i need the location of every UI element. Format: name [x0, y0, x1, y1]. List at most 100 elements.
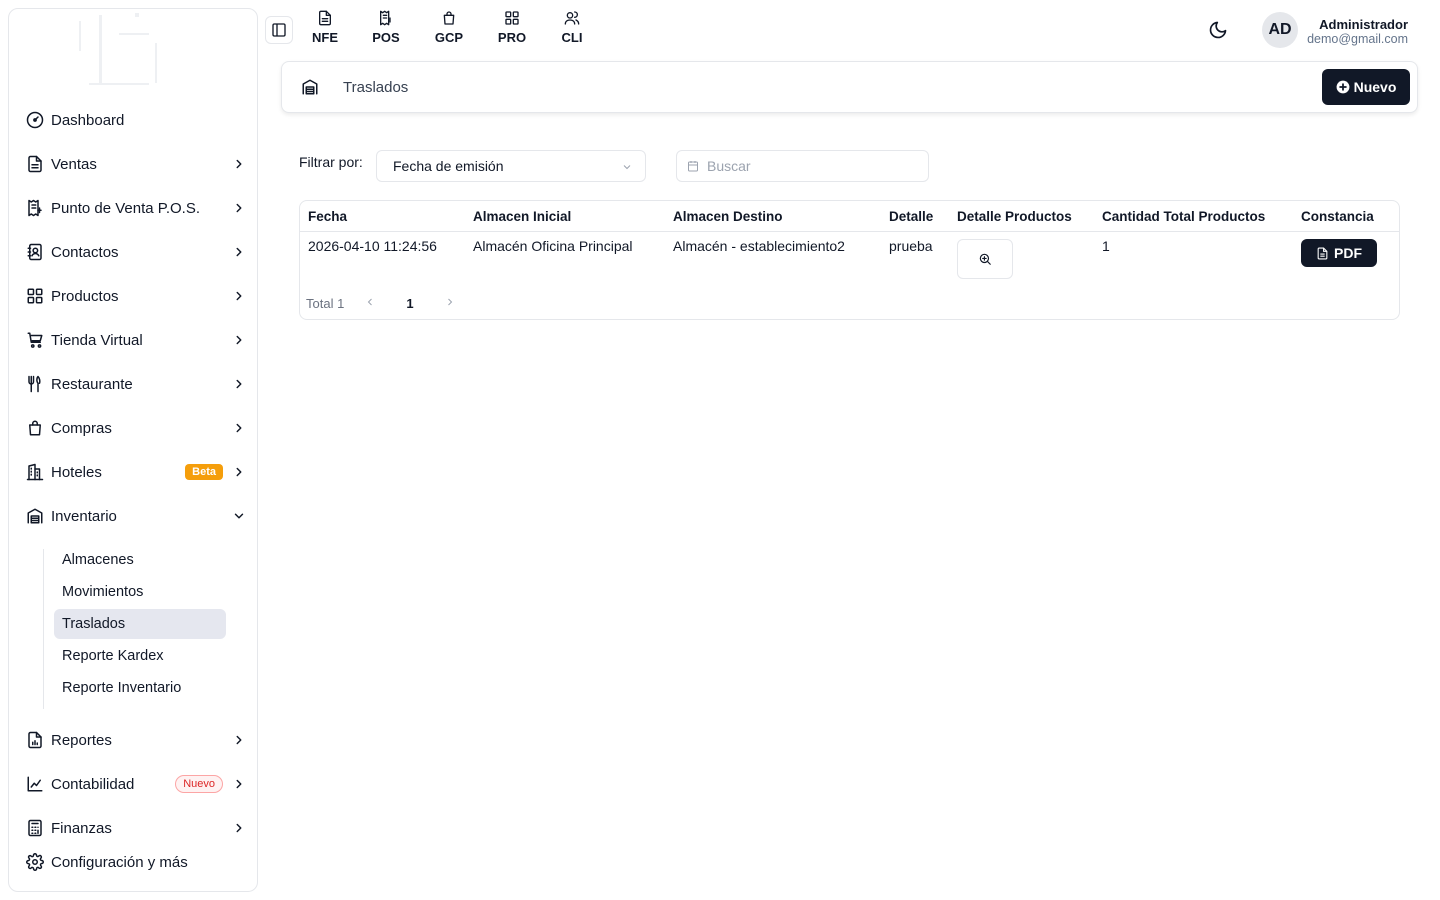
- sidebar-item-finanzas[interactable]: Finanzas: [25, 812, 247, 844]
- filter-label: Filtrar por:: [299, 154, 363, 170]
- sidebar-item-compras[interactable]: Compras: [25, 412, 247, 444]
- warehouse-icon: [25, 506, 45, 526]
- pdf-button[interactable]: PDF: [1301, 239, 1377, 267]
- module-nfe[interactable]: NFE: [303, 10, 347, 50]
- sidebar-item-label: Reportes: [51, 731, 112, 749]
- sidebar-item-label: Contactos: [51, 243, 119, 261]
- moon-icon: [1209, 21, 1227, 39]
- user-name: Administrador: [1319, 17, 1408, 32]
- submenu-item-almacenes[interactable]: Almacenes: [54, 545, 226, 575]
- receipt-icon: [380, 10, 391, 26]
- search-field[interactable]: [676, 150, 929, 182]
- panel-left-icon: [272, 23, 286, 37]
- column-header-almacen-destino[interactable]: Almacen Destino: [673, 209, 783, 224]
- column-header-detalle[interactable]: Detalle: [889, 209, 933, 224]
- user-info[interactable]: Administrador demo@gmail.com: [1307, 17, 1408, 46]
- theme-toggle-button[interactable]: [1208, 20, 1230, 42]
- column-header-fecha[interactable]: Fecha: [308, 209, 347, 224]
- sidebar-item-label: Restaurante: [51, 375, 133, 393]
- chevron-right-icon: [231, 420, 247, 436]
- table-header-divider: [300, 231, 1399, 232]
- warehouse-icon: [301, 78, 319, 101]
- submenu-item-movimientos[interactable]: Movimientos: [54, 577, 226, 607]
- file-icon: [1317, 247, 1328, 259]
- column-header-cantidad[interactable]: Cantidad Total Productos: [1102, 209, 1265, 224]
- chevron-right-icon: [231, 732, 247, 748]
- view-products-button[interactable]: [957, 239, 1013, 279]
- sidebar-item-label: Productos: [51, 287, 119, 305]
- pdf-button-label: PDF: [1334, 245, 1362, 261]
- submenu-item-reporte-kardex[interactable]: Reporte Kardex: [54, 641, 226, 671]
- next-page-button[interactable]: [444, 296, 456, 311]
- cell-cantidad: 1: [1102, 238, 1110, 254]
- grid-icon: [505, 11, 519, 25]
- module-pro[interactable]: PRO: [490, 10, 534, 50]
- sidebar-item-label: Configuración y más: [51, 853, 188, 871]
- beta-badge: Beta: [185, 464, 223, 480]
- sidebar: Dashboard Ventas Punto de Venta P.O.S. C…: [8, 8, 258, 892]
- sidebar-item-configuracion[interactable]: Configuración y más: [25, 846, 247, 878]
- chevron-right-icon: [231, 244, 247, 260]
- avatar[interactable]: AD: [1262, 12, 1298, 48]
- users-icon: [564, 11, 580, 25]
- sidebar-item-ventas[interactable]: Ventas: [25, 148, 247, 180]
- contacts-icon: [25, 242, 45, 262]
- sidebar-item-label: Punto de Venta P.O.S.: [51, 199, 201, 217]
- sidebar-item-reportes[interactable]: Reportes: [25, 724, 247, 756]
- plus-circle-icon: [1336, 80, 1350, 94]
- grid-icon: [25, 286, 45, 306]
- chevron-right-icon: [231, 820, 247, 836]
- topbar: NFE POS GCP PRO CLI AD Administrador dem…: [264, 0, 1440, 58]
- breadcrumb: Traslados: [343, 79, 409, 96]
- pagination: Total 1 1: [306, 296, 456, 311]
- sidebar-item-contabilidad[interactable]: Contabilidad Nuevo: [25, 768, 247, 800]
- sidebar-item-hoteles[interactable]: Hoteles Beta: [25, 456, 247, 488]
- sidebar-item-productos[interactable]: Productos: [25, 280, 247, 312]
- utensils-icon: [25, 374, 45, 394]
- chevron-down-icon: [231, 508, 247, 524]
- new-button[interactable]: Nuevo: [1322, 69, 1410, 105]
- module-label: GCP: [434, 30, 464, 45]
- filter-select[interactable]: Fecha de emisión: [376, 150, 646, 182]
- sidebar-item-label: Tienda Virtual: [51, 331, 143, 349]
- module-pos[interactable]: POS: [364, 10, 408, 50]
- sidebar-item-tienda-virtual[interactable]: Tienda Virtual: [25, 324, 247, 356]
- filter-select-value: Fecha de emisión: [393, 158, 504, 174]
- calculator-icon: [25, 818, 45, 838]
- sidebar-item-dashboard[interactable]: Dashboard: [25, 104, 247, 136]
- module-label: PRO: [497, 30, 527, 45]
- chevron-right-icon: [231, 332, 247, 348]
- module-gcp[interactable]: GCP: [427, 10, 471, 50]
- building-icon: [25, 462, 45, 482]
- submenu-item-reporte-inventario[interactable]: Reporte Inventario: [54, 673, 226, 703]
- page-number[interactable]: 1: [406, 296, 413, 311]
- chevron-right-icon: [231, 776, 247, 792]
- sidebar-toggle-button[interactable]: [265, 16, 293, 44]
- chevron-right-icon: [231, 200, 247, 216]
- sidebar-item-pos[interactable]: Punto de Venta P.O.S.: [25, 192, 247, 224]
- transfers-table: Fecha Almacen Inicial Almacen Destino De…: [299, 200, 1400, 320]
- chevron-right-icon: [231, 376, 247, 392]
- page-header: Traslados Nuevo: [281, 61, 1418, 113]
- sidebar-item-label: Compras: [51, 419, 112, 437]
- total-label: Total 1: [306, 296, 345, 311]
- column-header-detalle-productos[interactable]: Detalle Productos: [957, 209, 1072, 224]
- chevron-right-icon: [231, 464, 247, 480]
- column-header-almacen-inicial[interactable]: Almacen Inicial: [473, 209, 571, 224]
- sidebar-item-contactos[interactable]: Contactos: [25, 236, 247, 268]
- dashboard-icon: [25, 110, 45, 130]
- sidebar-item-inventario[interactable]: Inventario: [25, 500, 247, 532]
- calendar-icon: [688, 161, 698, 172]
- user-email: demo@gmail.com: [1307, 32, 1408, 46]
- sidebar-item-restaurante[interactable]: Restaurante: [25, 368, 247, 400]
- module-cli[interactable]: CLI: [550, 10, 594, 50]
- column-header-constancia[interactable]: Constancia: [1301, 209, 1374, 224]
- submenu-item-traslados[interactable]: Traslados: [54, 609, 226, 639]
- sidebar-item-label: Inventario: [51, 507, 117, 525]
- search-input[interactable]: [707, 158, 907, 174]
- cell-almacen-destino: Almacén - establecimiento2: [673, 238, 845, 254]
- sidebar-item-label: Ventas: [51, 155, 97, 173]
- chevron-right-icon: [231, 288, 247, 304]
- prev-page-button[interactable]: [364, 296, 376, 311]
- report-icon: [25, 730, 45, 750]
